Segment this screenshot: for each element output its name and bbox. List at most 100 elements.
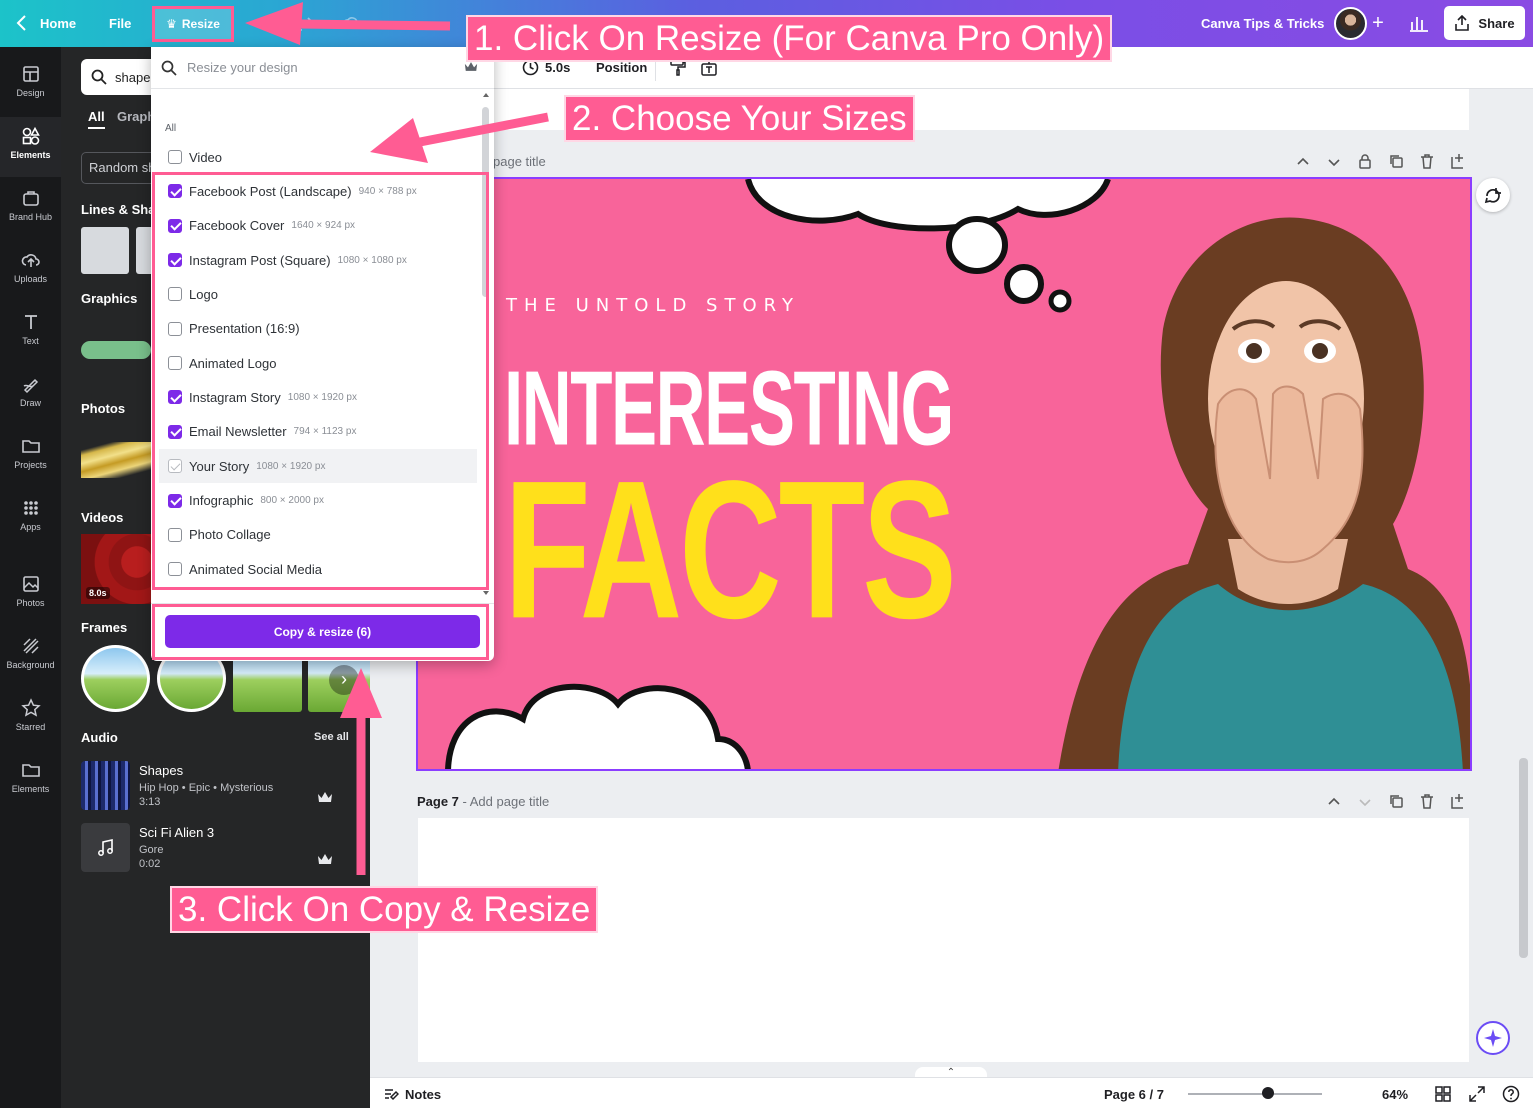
page7-title[interactable]: Page 7 - Add page title — [417, 794, 549, 809]
zoom-slider-handle[interactable] — [1262, 1087, 1274, 1099]
resize-option[interactable]: Facebook Cover 1640 × 924 px — [159, 209, 477, 243]
checkbox[interactable] — [168, 527, 182, 542]
add-page-icon[interactable] — [1450, 153, 1466, 169]
design-headline-accent[interactable]: FACTS — [504, 451, 957, 648]
resize-option[interactable]: Logo — [159, 277, 477, 311]
lock-icon[interactable] — [1357, 153, 1373, 169]
cloud-save-icon[interactable] — [342, 13, 362, 33]
resize-option[interactable]: Infographic 800 × 2000 px — [159, 484, 477, 518]
rail-starred[interactable]: Starred — [0, 689, 61, 749]
rail-draw[interactable]: Draw — [0, 365, 61, 425]
chevron-down-icon[interactable] — [1357, 794, 1373, 810]
checkbox[interactable] — [168, 459, 182, 474]
redo-icon[interactable] — [296, 14, 314, 32]
refresh-comment-icon[interactable] — [1476, 178, 1510, 212]
checkbox[interactable] — [168, 356, 182, 371]
brand-kit-label[interactable]: Canva Tips & Tricks — [1201, 0, 1324, 47]
share-label: Share — [1478, 15, 1515, 31]
avatar[interactable] — [1334, 7, 1367, 40]
rail-elements-folder[interactable]: Elements — [0, 751, 61, 811]
resize-option[interactable]: Animated Logo — [159, 346, 477, 380]
checkbox[interactable] — [168, 218, 182, 233]
grid-view-icon[interactable] — [1434, 1085, 1452, 1103]
tab-all[interactable]: All — [88, 109, 105, 129]
frame-thumbnail[interactable] — [81, 645, 150, 712]
rail-label: Photos — [16, 598, 45, 608]
duplicate-icon[interactable] — [1388, 153, 1404, 169]
undo-icon[interactable] — [255, 14, 273, 32]
checkbox[interactable] — [168, 493, 182, 508]
list-item[interactable]: Sci Fi Alien 3 Gore 0:02 — [81, 823, 361, 873]
design-kicker[interactable]: THE UNTOLD STORY — [506, 295, 800, 316]
resize-option[interactable]: Video — [159, 140, 477, 174]
graphic-thumbnail[interactable] — [81, 341, 151, 359]
resize-option[interactable]: Email Newsletter 794 × 1123 px — [159, 415, 477, 449]
trash-icon[interactable] — [1419, 153, 1435, 169]
resize-option[interactable]: Instagram Post (Square) 1080 × 1080 px — [159, 243, 477, 277]
list-item[interactable]: Shapes Hip Hop • Epic • Mysterious 3:13 — [81, 761, 361, 811]
rail-uploads[interactable]: Uploads — [0, 241, 61, 301]
add-page-icon[interactable] — [1450, 793, 1466, 809]
rail-text[interactable]: Text — [0, 303, 61, 363]
file-menu[interactable]: File — [109, 0, 131, 47]
see-all-link[interactable]: See all — [314, 731, 349, 743]
help-icon[interactable] — [1502, 1085, 1520, 1103]
resize-option-dimensions: 800 × 2000 px — [260, 495, 324, 506]
insights-icon[interactable] — [1404, 8, 1434, 38]
rail-background[interactable]: Background — [0, 627, 61, 687]
tab-graphics[interactable]: Graph — [117, 109, 155, 124]
resize-search-input[interactable]: Resize your design — [151, 47, 494, 89]
trash-icon[interactable] — [1419, 793, 1435, 809]
scrollbar-thumb[interactable] — [482, 107, 489, 297]
checkbox[interactable] — [168, 390, 182, 405]
position-button[interactable]: Position — [596, 60, 647, 75]
chevron-up-icon[interactable] — [1326, 794, 1342, 810]
zoom-level[interactable]: 64% — [1382, 1087, 1408, 1102]
fullscreen-icon[interactable] — [1468, 1085, 1486, 1103]
resize-button[interactable]: ♛ Resize — [152, 6, 234, 42]
chevron-left-icon[interactable] — [14, 14, 30, 32]
graphics-heading: Graphics — [81, 291, 138, 306]
resize-option[interactable]: Presentation (16:9) — [159, 312, 477, 346]
star-icon — [20, 698, 41, 717]
duplicate-icon[interactable] — [1388, 793, 1404, 809]
shape-thumbnail[interactable] — [81, 227, 129, 274]
page-indicator[interactable]: Page 6 / 7 — [1104, 1087, 1164, 1102]
rail-brand-hub[interactable]: Brand Hub — [0, 179, 61, 239]
resize-option[interactable]: Your Story 1080 × 1920 px — [159, 449, 477, 484]
resize-option[interactable]: Photo Collage — [159, 518, 477, 552]
share-button[interactable]: Share — [1444, 6, 1525, 40]
checkbox[interactable] — [168, 253, 182, 268]
checkbox[interactable] — [168, 562, 182, 577]
magic-sparkle-icon[interactable] — [1476, 1021, 1510, 1055]
rail-elements[interactable]: Elements — [0, 117, 61, 177]
rail-design[interactable]: Design — [0, 55, 61, 115]
resize-option[interactable]: Animated Social Media — [159, 552, 477, 586]
blank-page[interactable] — [418, 818, 1469, 1062]
step-3-callout: 3. Click On Copy & Resize — [170, 886, 599, 934]
home-button[interactable]: Home — [40, 0, 76, 47]
resize-option[interactable]: Facebook Post (Landscape) 940 × 788 px — [159, 174, 477, 208]
track-duration: 3:13 — [139, 796, 161, 808]
copy-and-resize-button[interactable]: Copy & resize (6) — [165, 615, 480, 648]
notes-button[interactable]: Notes — [383, 1086, 441, 1102]
photo-thumbnail[interactable] — [81, 442, 151, 478]
rail-projects[interactable]: Projects — [0, 427, 61, 487]
checkbox[interactable] — [168, 184, 182, 199]
resize-option-label: Infographic — [189, 493, 254, 508]
rail-apps[interactable]: Apps — [0, 489, 61, 549]
chevron-right-icon[interactable]: › — [329, 665, 359, 695]
chevron-down-icon[interactable] — [1326, 154, 1342, 170]
resize-option[interactable]: Instagram Story 1080 × 1920 px — [159, 380, 477, 414]
add-collaborator-icon[interactable]: + — [1366, 11, 1390, 35]
checkbox[interactable] — [168, 150, 182, 164]
design-page[interactable]: THE UNTOLD STORY INTERESTING FACTS — [416, 177, 1472, 771]
checkbox[interactable] — [168, 321, 182, 336]
chevron-up-icon[interactable] — [1295, 154, 1311, 170]
scrollbar-thumb[interactable] — [1519, 758, 1528, 958]
checkbox[interactable] — [168, 424, 182, 439]
zoom-slider[interactable] — [1188, 1093, 1322, 1095]
checkbox[interactable] — [168, 287, 182, 302]
rail-photos[interactable]: Photos — [0, 565, 61, 625]
page-title[interactable]: page title — [493, 154, 546, 169]
